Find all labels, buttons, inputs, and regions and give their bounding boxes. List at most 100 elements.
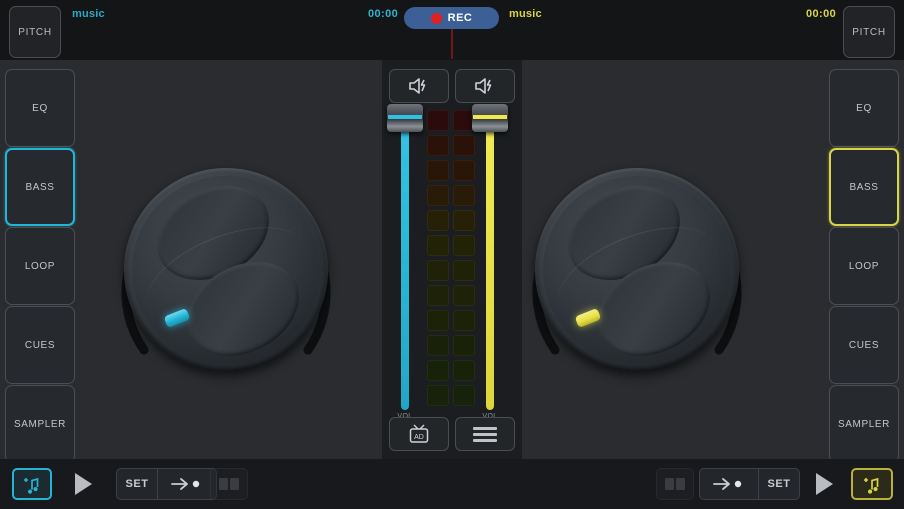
record-button[interactable]: REC [404,7,499,29]
vu-meter [427,110,475,406]
vu-segment [453,310,475,331]
fn-label: EQ [32,103,48,114]
volume-fader-right[interactable] [477,110,503,410]
cue-button-left[interactable] [157,468,217,500]
arrow-to-point-icon [711,476,747,492]
fader-track-right [486,110,494,410]
vu-segment [427,160,449,181]
speaker-fx-button-right[interactable] [455,69,515,103]
fn-label: CUES [25,340,55,351]
library-button-right[interactable] [851,468,893,500]
volume-fader-left[interactable] [392,110,418,410]
knob-body-right [535,168,739,372]
fn-label: LOOP [25,261,55,272]
vu-segment [427,185,449,206]
sidebar-item-cues-right[interactable]: CUES [829,306,899,384]
vu-segment [453,185,475,206]
fn-label: CUES [849,340,879,351]
tv-ad-icon: AD [407,423,431,445]
deck-left: EQ BASS LOOP CUES SAMPLER [0,60,382,459]
fn-label: SAMPLER [14,419,66,430]
knob-face-right [543,176,731,364]
cue-button-right[interactable] [699,468,759,500]
track-title-left: music [72,8,105,20]
vu-segment [453,285,475,306]
sidebar-item-eq-left[interactable]: EQ [5,69,75,147]
sidebar-item-bass-right[interactable]: BASS [829,148,899,226]
arrow-to-point-icon [169,476,205,492]
bass-boost-knob-left[interactable]: Bass Boost [110,154,342,386]
music-note-add-icon [862,474,882,494]
speaker-fx-icon [474,77,496,95]
knob-face-left [132,176,320,364]
center-mixer-panel: VOL VOL AD [382,60,522,459]
fn-label: BASS [25,182,54,193]
sidebar-item-cues-left[interactable]: CUES [5,306,75,384]
knob-body-left [124,168,328,372]
sidebar-item-loop-left[interactable]: LOOP [5,227,75,305]
sidebar-item-loop-right[interactable]: LOOP [829,227,899,305]
menu-button[interactable] [455,417,515,451]
vu-segment [453,135,475,156]
fader-track-left [401,110,409,410]
speaker-fx-icon [408,77,430,95]
left-function-buttons: EQ BASS LOOP CUES SAMPLER [5,69,75,464]
vu-segment [427,235,449,256]
play-button-right[interactable] [803,468,845,500]
grid-button-left[interactable] [210,468,248,500]
vu-segment [453,210,475,231]
dj-mixer-app: PITCH music 00:00 REC music 00:00 PITCH … [0,0,904,509]
sidebar-item-sampler-left[interactable]: SAMPLER [5,385,75,463]
play-icon [816,473,833,495]
vu-segment [453,235,475,256]
bass-boost-knob-right[interactable]: Bass Boost [521,154,753,386]
sidebar-item-eq-right[interactable]: EQ [829,69,899,147]
record-indicator-line [451,29,453,59]
timer-right: 00:00 [806,8,836,20]
fn-label: BASS [849,182,878,193]
set-button-left[interactable]: SET [116,468,158,500]
speaker-fx-button-left[interactable] [389,69,449,103]
deck-right: EQ BASS LOOP CUES SAMPLER [522,60,904,459]
vu-segment [453,385,475,406]
vu-segment [427,335,449,356]
set-label-right: SET [768,478,791,490]
ad-button-label: AD [414,434,424,441]
right-function-buttons: EQ BASS LOOP CUES SAMPLER [829,69,899,464]
sidebar-item-sampler-right[interactable]: SAMPLER [829,385,899,463]
set-label-left: SET [126,478,149,490]
grid-icon [665,478,685,490]
vu-segment [453,260,475,281]
hamburger-menu-icon [473,424,497,445]
play-icon [75,473,92,495]
vu-segment [427,285,449,306]
vu-segment [453,160,475,181]
set-button-right[interactable]: SET [758,468,800,500]
track-title-right: music [509,8,542,20]
fn-label: SAMPLER [838,419,890,430]
library-button-left[interactable] [12,468,52,500]
vu-segment [453,335,475,356]
music-note-add-icon [22,474,42,494]
play-button-left[interactable] [62,468,104,500]
vu-segment [427,135,449,156]
pitch-button-left[interactable]: PITCH [9,6,61,58]
ad-button[interactable]: AD [389,417,449,451]
pitch-button-right[interactable]: PITCH [843,6,895,58]
vu-segment [453,360,475,381]
bottom-transport-bar: SET [0,459,904,509]
vu-segment [427,260,449,281]
grid-button-right[interactable] [656,468,694,500]
fn-label: EQ [856,103,872,114]
fader-handle-line-left [388,115,422,119]
pitch-left-label: PITCH [18,27,52,38]
record-button-label: REC [448,12,473,24]
fader-handle-right[interactable] [472,104,508,132]
record-dot-icon [431,13,442,24]
timer-left: 00:00 [368,8,398,20]
pitch-right-label: PITCH [852,27,886,38]
sidebar-item-bass-left[interactable]: BASS [5,148,75,226]
fader-handle-left[interactable] [387,104,423,132]
vu-segment [427,310,449,331]
vu-segment [427,385,449,406]
